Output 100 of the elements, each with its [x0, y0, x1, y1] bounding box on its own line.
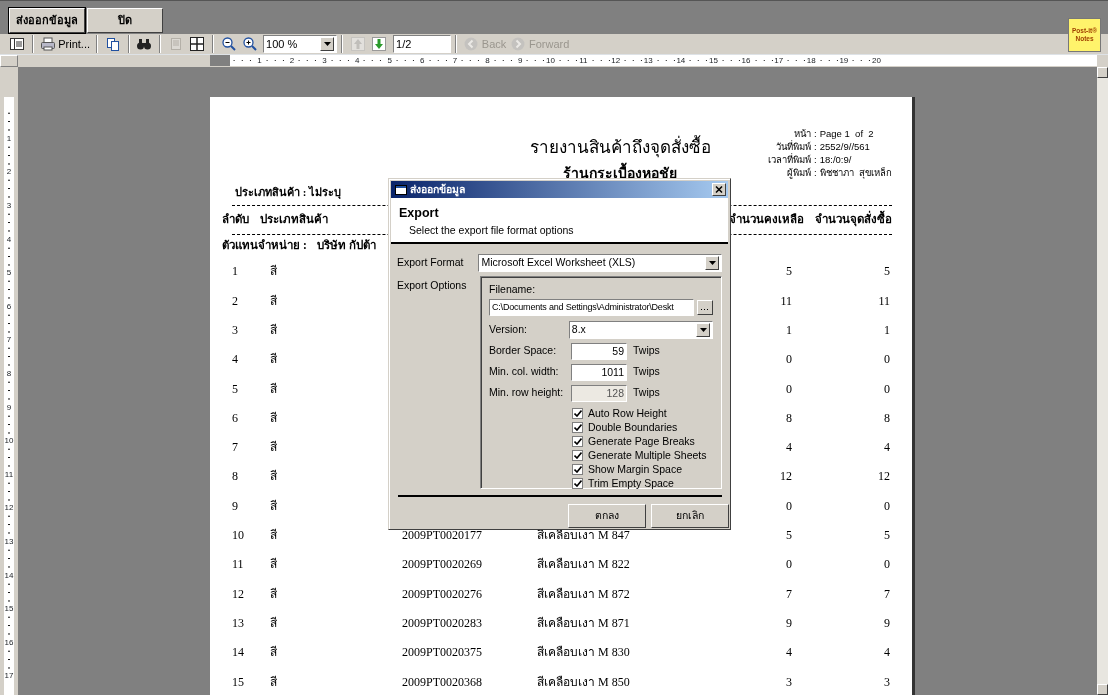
table-cell: 3 [232, 322, 238, 337]
table-cell: 2009PT0020283 [402, 615, 482, 630]
dialog-title: ส่งออกข้อมูล [409, 181, 465, 198]
table-cell: 0 [884, 498, 890, 513]
zoom-dropdown[interactable]: 100 % [263, 35, 338, 54]
table-cell: 9 [884, 615, 890, 630]
zoom-out-icon[interactable] [220, 36, 237, 53]
table-cell: 8 [884, 410, 890, 425]
printer-icon [39, 36, 56, 53]
table-cell: 2009PT0020375 [402, 645, 482, 660]
checkbox-label: Generate Page Breaks [588, 433, 695, 449]
table-cell: 10 [232, 528, 244, 543]
dialog-heading: Export [399, 205, 440, 222]
checkbox[interactable] [572, 422, 583, 434]
table-cell: 12 [780, 469, 792, 484]
table-cell: 0 [884, 557, 890, 572]
table-cell: 4 [884, 645, 890, 660]
cancel-button[interactable]: ยกเลิก [651, 504, 729, 528]
table-cell: 5 [786, 528, 792, 543]
table-cell: สีเคลือบเงา M 872 [537, 586, 630, 601]
field-label: Filename: [489, 282, 537, 297]
table-cell: สี [270, 322, 277, 337]
close-icon[interactable] [712, 183, 726, 196]
table-cell: สี [270, 498, 277, 513]
table-cell: 7 [786, 586, 792, 601]
column-header: ประเภทสินค้า [260, 212, 328, 228]
table-cell: 2009PT0020177 [402, 528, 482, 543]
table-cell: 4 [232, 352, 238, 367]
browse-button[interactable] [696, 299, 713, 315]
table-cell: สีเคลือบเงา M 850 [537, 674, 630, 689]
table-cell: 15 [232, 674, 244, 689]
table-cell: 0 [786, 352, 792, 367]
table-cell: 0 [884, 381, 890, 396]
table-cell: 2009PT0020276 [402, 586, 482, 601]
close-button[interactable]: ปิด [87, 8, 163, 33]
format-dropdown[interactable]: Microsoft Excel Worksheet (XLS) [478, 254, 722, 272]
table-cell: 11 [878, 293, 890, 308]
table-cell: 3 [786, 674, 792, 689]
vertical-scrollbar[interactable] [1097, 67, 1108, 695]
dropdown-arrow-icon [699, 327, 707, 332]
table-cell: 5 [884, 528, 890, 543]
ok-button[interactable]: ตกลง [567, 504, 646, 528]
table-cell: 0 [884, 352, 890, 367]
vendor-label: ตัวแทนจำหน่าย : [222, 238, 307, 254]
info-label: เวลาที่พิมพ์ : [768, 153, 817, 167]
table-cell: สี [270, 528, 277, 543]
checkbox-label: Show Margin Space [588, 461, 682, 477]
ruler-corner [0, 55, 18, 68]
table-cell: 2009PT0020269 [402, 557, 482, 572]
checkbox[interactable] [572, 464, 583, 476]
info-value: พิชชาภา สุขเหล็ก [819, 166, 892, 180]
table-cell: 12 [232, 586, 244, 601]
table-cell: 1 [884, 322, 890, 337]
horizontal-ruler: 1 2 3 4 5 6 7 8 9 10 11 12 13 14 15 16 17 18 19 20 [210, 55, 1097, 67]
checkbox-label: Trim Empty Space [588, 475, 674, 491]
table-cell: สี [270, 615, 277, 630]
table-cell: 9 [232, 498, 238, 513]
table-cell: สี [270, 264, 277, 279]
table-cell: 2009PT0020368 [402, 674, 482, 689]
number-field[interactable]: 59 [571, 342, 627, 360]
zoom-in-icon[interactable] [242, 36, 259, 53]
checkbox[interactable] [572, 436, 583, 448]
table-cell: สีเคลือบเงา M 822 [537, 557, 630, 572]
unit-label: Twips [633, 364, 660, 380]
category-filter: ประเภทสินค้า : ไม่ระบุ [235, 185, 342, 201]
checkbox-label: Double Boundaries [588, 419, 678, 435]
field-label: Min. col. width: [489, 364, 560, 380]
checkbox-label: Auto Row Height [588, 405, 667, 421]
table-cell: 0 [786, 498, 792, 513]
info-value: 2552/9//561 [819, 140, 871, 154]
version-dropdown[interactable]: 8.x [568, 320, 713, 339]
number-field[interactable]: 1011 [571, 363, 627, 381]
column-header: จำนวนจุดสั่งซื้อ [815, 211, 892, 229]
table-cell: 1 [232, 264, 238, 279]
page-number-field[interactable]: 1/2 [393, 35, 452, 54]
filename-field[interactable]: C:\Documents and Settings\Administrator\Deskt [489, 298, 694, 316]
table-cell: สี [270, 352, 277, 367]
table-cell: 7 [232, 440, 238, 455]
copy-icon[interactable] [104, 36, 121, 53]
window-icon [395, 184, 407, 195]
tree-toggle-icon[interactable] [8, 36, 25, 53]
table-cell: 6 [232, 410, 238, 425]
table-cell: 9 [786, 615, 792, 630]
checkbox[interactable] [572, 408, 583, 420]
table-cell: 11 [780, 293, 792, 308]
checkbox[interactable] [572, 478, 583, 490]
unit-label: Twips [633, 343, 660, 359]
checkbox[interactable] [572, 450, 583, 462]
multi-page-icon[interactable] [189, 36, 206, 53]
table-cell: สี [270, 410, 277, 425]
table-cell: 13 [232, 615, 244, 630]
print-button[interactable]: Print... [37, 34, 93, 55]
info-label: วันที่พิมพ์ : [775, 140, 817, 153]
export-button[interactable]: ส่งออกข้อมูล [9, 8, 85, 33]
table-cell: 4 [884, 440, 890, 455]
info-value: 18:/0:9/ [819, 153, 853, 167]
checkbox-label: Generate Multiple Sheets [588, 447, 707, 463]
table-cell: สีเคลือบเงา M 847 [537, 528, 630, 543]
table-cell: 0 [786, 381, 792, 396]
info-label: หน้า : [793, 127, 817, 140]
